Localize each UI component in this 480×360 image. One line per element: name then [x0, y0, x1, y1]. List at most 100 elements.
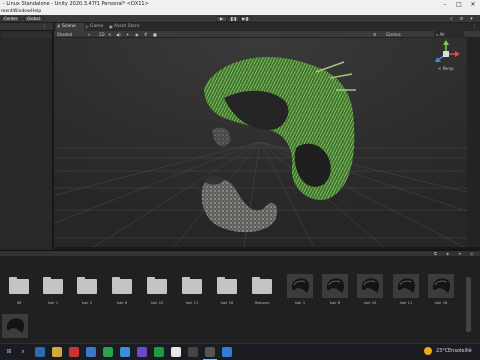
app-icon-red[interactable]	[69, 347, 79, 357]
weather-sun-icon	[424, 347, 432, 355]
app-icon-blue-2[interactable]	[86, 347, 96, 357]
game-icon: ◎	[85, 24, 89, 29]
app-icon-green[interactable]	[103, 347, 113, 357]
gizmos-dropdown[interactable]: Gizmos	[386, 31, 401, 38]
effects-icon[interactable]: ✦	[126, 31, 129, 38]
step-icon: ▶❚	[242, 16, 249, 21]
asset-label: hair 16	[220, 301, 234, 305]
asset-label: hair 10	[363, 301, 377, 305]
grid-icon[interactable]: #	[144, 31, 147, 38]
app-icon-purple[interactable]	[137, 347, 147, 357]
chevron-down-icon: ▾	[88, 32, 91, 37]
pause-icon: ❚❚	[230, 16, 237, 21]
tab-game[interactable]: ◎ Game	[84, 23, 108, 31]
model-asset[interactable]: hair 1	[287, 274, 313, 308]
maximize-icon[interactable]: □	[452, 0, 466, 9]
file-explorer-icon[interactable]	[52, 347, 62, 357]
pause-button[interactable]: ❚❚	[228, 16, 239, 22]
persp-label[interactable]: < Persp	[438, 66, 454, 71]
folder-asset[interactable]: 06	[6, 274, 32, 308]
global-local-toggle[interactable]: Global	[24, 16, 43, 22]
hierarchy-header: ⋮	[0, 23, 53, 31]
unity-icon[interactable]	[205, 347, 215, 357]
search-icon[interactable]: ⌕	[448, 16, 455, 22]
search-icon: ⌕	[436, 32, 439, 37]
asset-label: hair 6	[329, 301, 341, 305]
layout-icon[interactable]: ▾	[468, 16, 475, 22]
app-icon-mail[interactable]	[120, 347, 130, 357]
folder-asset[interactable]: hair 1	[40, 274, 66, 308]
folder-icon	[6, 274, 32, 298]
search-field[interactable]: ⌕ All	[434, 31, 464, 38]
folder-icon	[214, 274, 240, 298]
folder-asset[interactable]: hair 6	[109, 274, 135, 308]
asset-label: hair 1	[294, 301, 306, 305]
app-icon-blue-3[interactable]	[222, 347, 232, 357]
asset-label: hair 2	[81, 301, 93, 305]
folder-icon	[109, 274, 135, 298]
hair-preview-icon	[287, 274, 313, 298]
scene-icon: #	[57, 24, 61, 29]
temperature: 23°C	[436, 348, 449, 354]
audio-icon[interactable]: ◀)	[116, 31, 121, 38]
model-asset[interactable]: hair 10	[357, 274, 383, 308]
twod-toggle[interactable]: 2D	[99, 31, 105, 38]
folder-icon	[249, 274, 275, 298]
tools-icon[interactable]: ✲	[373, 31, 376, 38]
tab-asset-store[interactable]: ▣ Asset Store	[108, 23, 144, 31]
search-icon[interactable]: ⌕	[18, 347, 28, 357]
model-asset[interactable]: hair 11	[393, 274, 419, 308]
browser-icon[interactable]	[171, 347, 181, 357]
camera-icon[interactable]: ■	[153, 31, 157, 38]
app-icon-blue[interactable]	[35, 347, 45, 357]
filter-icon[interactable]: ⧉	[434, 251, 437, 256]
tab-label: Game	[90, 24, 104, 29]
pivot-center-toggle[interactable]: Center	[1, 16, 21, 22]
project-assets-panel: 06 hair 1 hair 2 hair 6 hair 10 hair 11 hair 1…	[0, 257, 480, 343]
app-icon-dark[interactable]	[188, 347, 198, 357]
scene-canvas[interactable]: < Persp	[54, 38, 467, 247]
folder-asset[interactable]: hair 11	[179, 274, 205, 308]
asset-label: hair 11	[185, 301, 199, 305]
hidden-objects-icon[interactable]: ◉	[135, 31, 139, 38]
shading-mode-dropdown[interactable]: Shaded	[57, 31, 72, 38]
folder-icon	[74, 274, 100, 298]
start-icon[interactable]: ⊞	[4, 347, 14, 357]
viewport-scrollbar[interactable]	[467, 38, 480, 247]
folder-asset[interactable]: hair 16	[214, 274, 240, 308]
close-icon[interactable]: ✕	[466, 0, 480, 9]
scene-viewport[interactable]: < Persp	[54, 38, 467, 247]
star-icon[interactable]: ★	[458, 251, 462, 256]
lighting-icon[interactable]: ☀	[108, 31, 112, 38]
folder-icon	[40, 274, 66, 298]
asset-label: Textures	[254, 301, 270, 305]
panel-menu-icon[interactable]: ⋮	[42, 24, 47, 30]
hidden-packages-icon[interactable]: ◎	[470, 251, 474, 256]
step-button[interactable]: ▶❚	[240, 16, 251, 22]
asset-label: hair 11	[399, 301, 413, 305]
hair-preview-icon	[322, 274, 348, 298]
tag-icon[interactable]: ◈	[446, 251, 449, 256]
panel-menu-icon[interactable]: ⋮	[472, 24, 477, 30]
asset-label: hair 16	[434, 301, 448, 305]
app-icon-green-2[interactable]	[154, 347, 164, 357]
tab-label: Scene	[62, 24, 76, 29]
folder-asset[interactable]: hair 2	[74, 274, 100, 308]
hierarchy-row[interactable]	[1, 33, 52, 38]
weather-status: Ensoleillé	[448, 348, 472, 354]
layers-icon[interactable]: ≡	[458, 16, 465, 22]
project-toolbar: ⧉ ◈ ★ ◎	[0, 250, 480, 257]
model-asset[interactable]: hair 16	[428, 274, 454, 308]
asset-label: hair 10	[150, 301, 164, 305]
folder-asset[interactable]: Textures	[249, 274, 275, 308]
folder-asset[interactable]: hair 10	[144, 274, 170, 308]
asset-scrollbar[interactable]	[466, 277, 471, 332]
minimize-icon[interactable]: –	[438, 0, 452, 9]
play-icon: ▶	[219, 16, 224, 21]
asset-label: 06	[16, 301, 22, 305]
play-button[interactable]: ▶	[216, 16, 227, 22]
model-asset[interactable]: hair 6	[322, 274, 348, 308]
center-label: Center	[4, 16, 18, 21]
tab-scene[interactable]: # Scene	[56, 23, 84, 31]
hair-preview-icon	[428, 274, 454, 298]
